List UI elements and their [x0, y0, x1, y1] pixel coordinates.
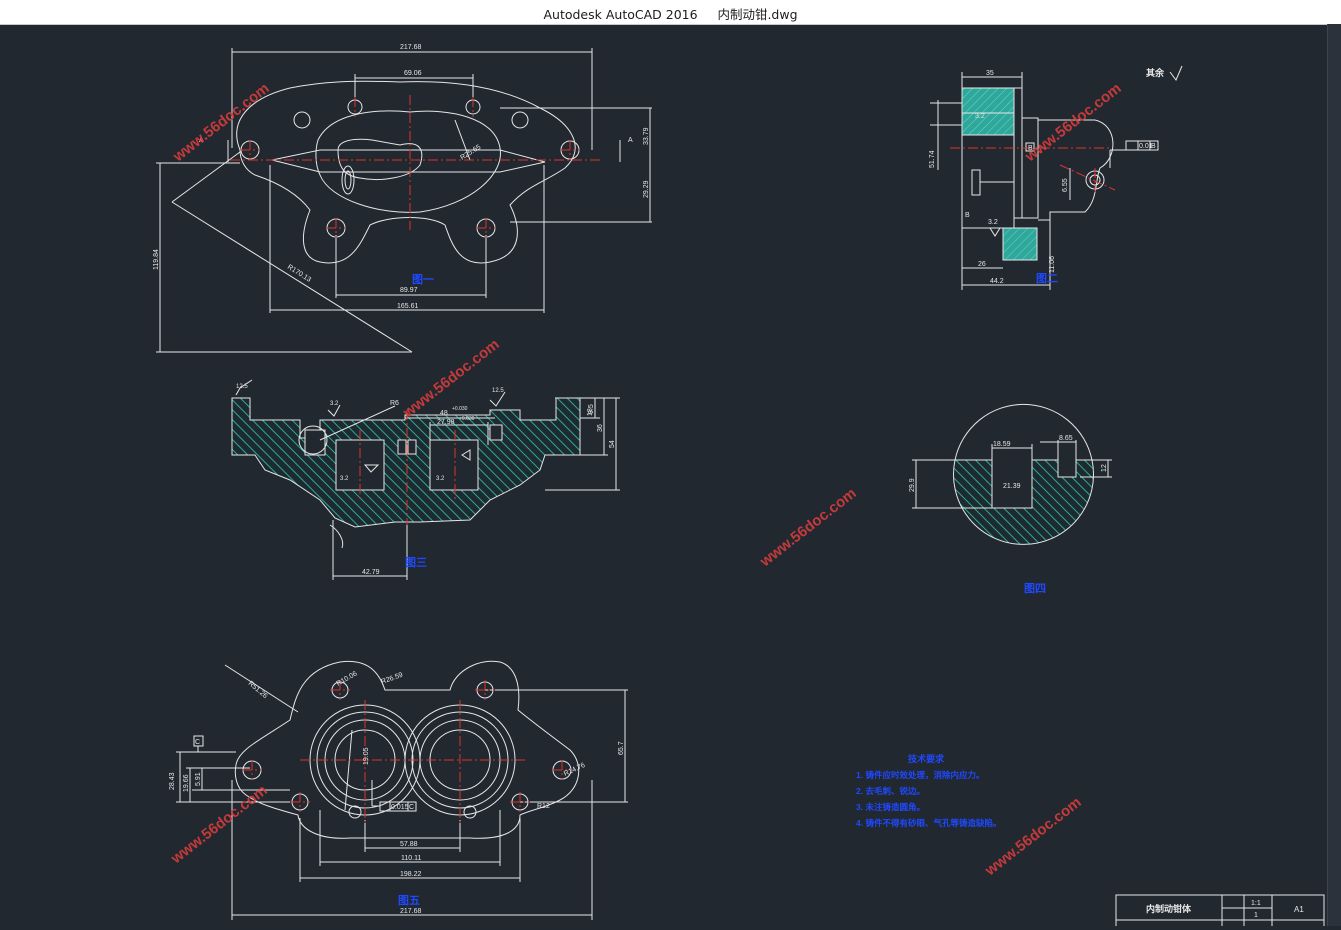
- dim-48: 48: [440, 410, 448, 417]
- technical-notes: 技术要求 1. 铸件应时效处理，消除内应力。 2. 去毛刺、锐边。 3. 未注铸…: [856, 753, 1001, 828]
- tech-note-2: 2. 去毛刺、锐边。: [856, 786, 925, 796]
- dim-21-39: 21.39: [1003, 483, 1021, 490]
- dim-35: 35: [986, 70, 994, 77]
- dim-29-9: 29.9: [909, 478, 916, 492]
- watermark-5: www.56doc.com: [167, 782, 270, 868]
- rough-12-5-a: 12.5: [236, 384, 248, 390]
- watermark-3: www.56doc.com: [1021, 80, 1124, 166]
- dim-217-68-top: 217.68: [400, 44, 422, 51]
- view-label-2: 图二: [1036, 272, 1058, 285]
- dim-6-55: 6.55: [1062, 178, 1069, 192]
- dim-69-06: 69.06: [404, 70, 422, 77]
- dim-8-65: 8.65: [1059, 435, 1073, 442]
- drawing-canvas[interactable]: 217.68 69.06 33.79 29.29 89.97 165.61 11…: [0, 24, 1341, 930]
- dim-33-79: 33.79: [643, 127, 650, 145]
- section-view: [231, 379, 620, 580]
- dim-217-68-bottom: 217.68: [400, 908, 422, 915]
- dim-42-79: 42.79: [362, 569, 380, 576]
- dim-44-2: 44.2: [990, 278, 1004, 285]
- scale-value: 1:1: [1251, 900, 1261, 907]
- vertical-scrollbar[interactable]: [1327, 24, 1341, 926]
- rough-3-2-c: 3.2: [436, 476, 445, 482]
- watermark-1: www.56doc.com: [169, 80, 272, 166]
- dim-5-91: 5.91: [195, 772, 202, 786]
- watermark-4: www.56doc.com: [756, 485, 859, 571]
- watermark-6: www.56doc.com: [981, 794, 1084, 880]
- quantity-value: 1: [1254, 912, 1258, 919]
- bottom-tolerance-datum: C: [409, 804, 414, 811]
- title-bar: Autodesk AutoCAD 2016 内制动钳.dwg: [0, 0, 1341, 25]
- dim-12: 12: [1101, 464, 1108, 472]
- dim-27-98: 27.98: [437, 419, 455, 426]
- view-label-4: 图四: [1024, 582, 1046, 595]
- dim-57-88: 57.88: [400, 841, 418, 848]
- part-name: 内制动钳体: [1146, 903, 1192, 914]
- dim-119-84: 119.84: [153, 249, 160, 270]
- top-view-dims-text: 217.68 69.06 33.79 29.29 89.97 165.61 11…: [153, 44, 650, 310]
- dim-19-05: 19.05: [363, 747, 370, 765]
- title-block-text: 内制动钳体 1:1 1 A1: [1146, 900, 1304, 919]
- dim-65-7: 65.7: [618, 741, 625, 755]
- tech-note-3: 3. 未注铸造圆角。: [856, 802, 925, 812]
- view-label-1: 图一: [412, 273, 434, 286]
- dim-r25-65: R25.65: [459, 144, 482, 162]
- window-title: Autodesk AutoCAD 2016 内制动钳.dwg: [0, 4, 1341, 23]
- dim-89-97: 89.97: [400, 287, 418, 294]
- dim-54: 54: [609, 440, 616, 448]
- dim-28-43: 28.43: [169, 772, 176, 790]
- dim-r10-06: R10.06: [336, 670, 359, 687]
- tolerance-datum-b: B: [1151, 143, 1156, 150]
- tech-note-4: 4. 铸件不得有砂眼、气孔等铸造缺陷。: [856, 818, 1001, 828]
- file-name: 内制动钳.dwg: [717, 7, 798, 22]
- tol-upper-48: +0.030: [452, 406, 468, 412]
- rough-3-2-b: 3.2: [340, 476, 349, 482]
- view-label-5: 图五: [398, 894, 420, 907]
- dim-r12: R12: [537, 803, 550, 810]
- side-view: [930, 65, 1183, 290]
- roughness-3-2-b: 3.2: [988, 219, 998, 226]
- dim-51-74: 51.74: [929, 150, 936, 168]
- watermark-2: www.56doc.com: [399, 336, 502, 422]
- tech-note-1: 1. 铸件应时效处理，消除内应力。: [856, 770, 984, 780]
- view-label-3: 图三: [405, 556, 427, 569]
- section-mark-right: A: [628, 137, 633, 144]
- bottom-view: [176, 660, 628, 920]
- dim-r51-26: R51.26: [247, 680, 269, 700]
- dim-r14-76: R14.76: [563, 762, 587, 778]
- datum-c-box: C: [195, 739, 200, 746]
- sheet-size: A1: [1294, 905, 1304, 914]
- dim-11-06: 11.06: [1049, 256, 1056, 273]
- dim-165-61: 165.61: [397, 303, 419, 310]
- bottom-tolerance: 0.015: [391, 804, 409, 811]
- dim-110-11: 110.11: [401, 855, 421, 862]
- tol-upper-27: +0.030: [459, 416, 475, 422]
- dim-26: 26: [978, 261, 986, 268]
- dim-r6: R6: [390, 400, 399, 407]
- circle-view: [912, 403, 1112, 545]
- dim-r170-13: R170.13: [286, 264, 312, 284]
- app-name: Autodesk AutoCAD 2016: [543, 7, 698, 22]
- dim-19-66: 19.66: [183, 774, 190, 792]
- roughness-3-2-a: 3.2: [975, 113, 985, 120]
- rough-3-2-a: 3.2: [330, 401, 339, 407]
- side-datum-b: B: [965, 212, 970, 219]
- roughness-note: 其余: [1146, 67, 1165, 78]
- dim-36: 36: [597, 424, 604, 432]
- dim-198-22: 198.22: [400, 871, 422, 878]
- dim-18-59: 18.59: [993, 441, 1011, 448]
- tech-notes-title: 技术要求: [908, 753, 945, 764]
- dim-29-29: 29.29: [643, 180, 650, 198]
- dim-r26-59: R26.59: [380, 672, 404, 686]
- rough-12-5-b: 12.5: [492, 388, 504, 394]
- drawing-svg: 217.68 69.06 33.79 29.29 89.97 165.61 11…: [153, 44, 1325, 930]
- dim-18: 18: [587, 408, 594, 416]
